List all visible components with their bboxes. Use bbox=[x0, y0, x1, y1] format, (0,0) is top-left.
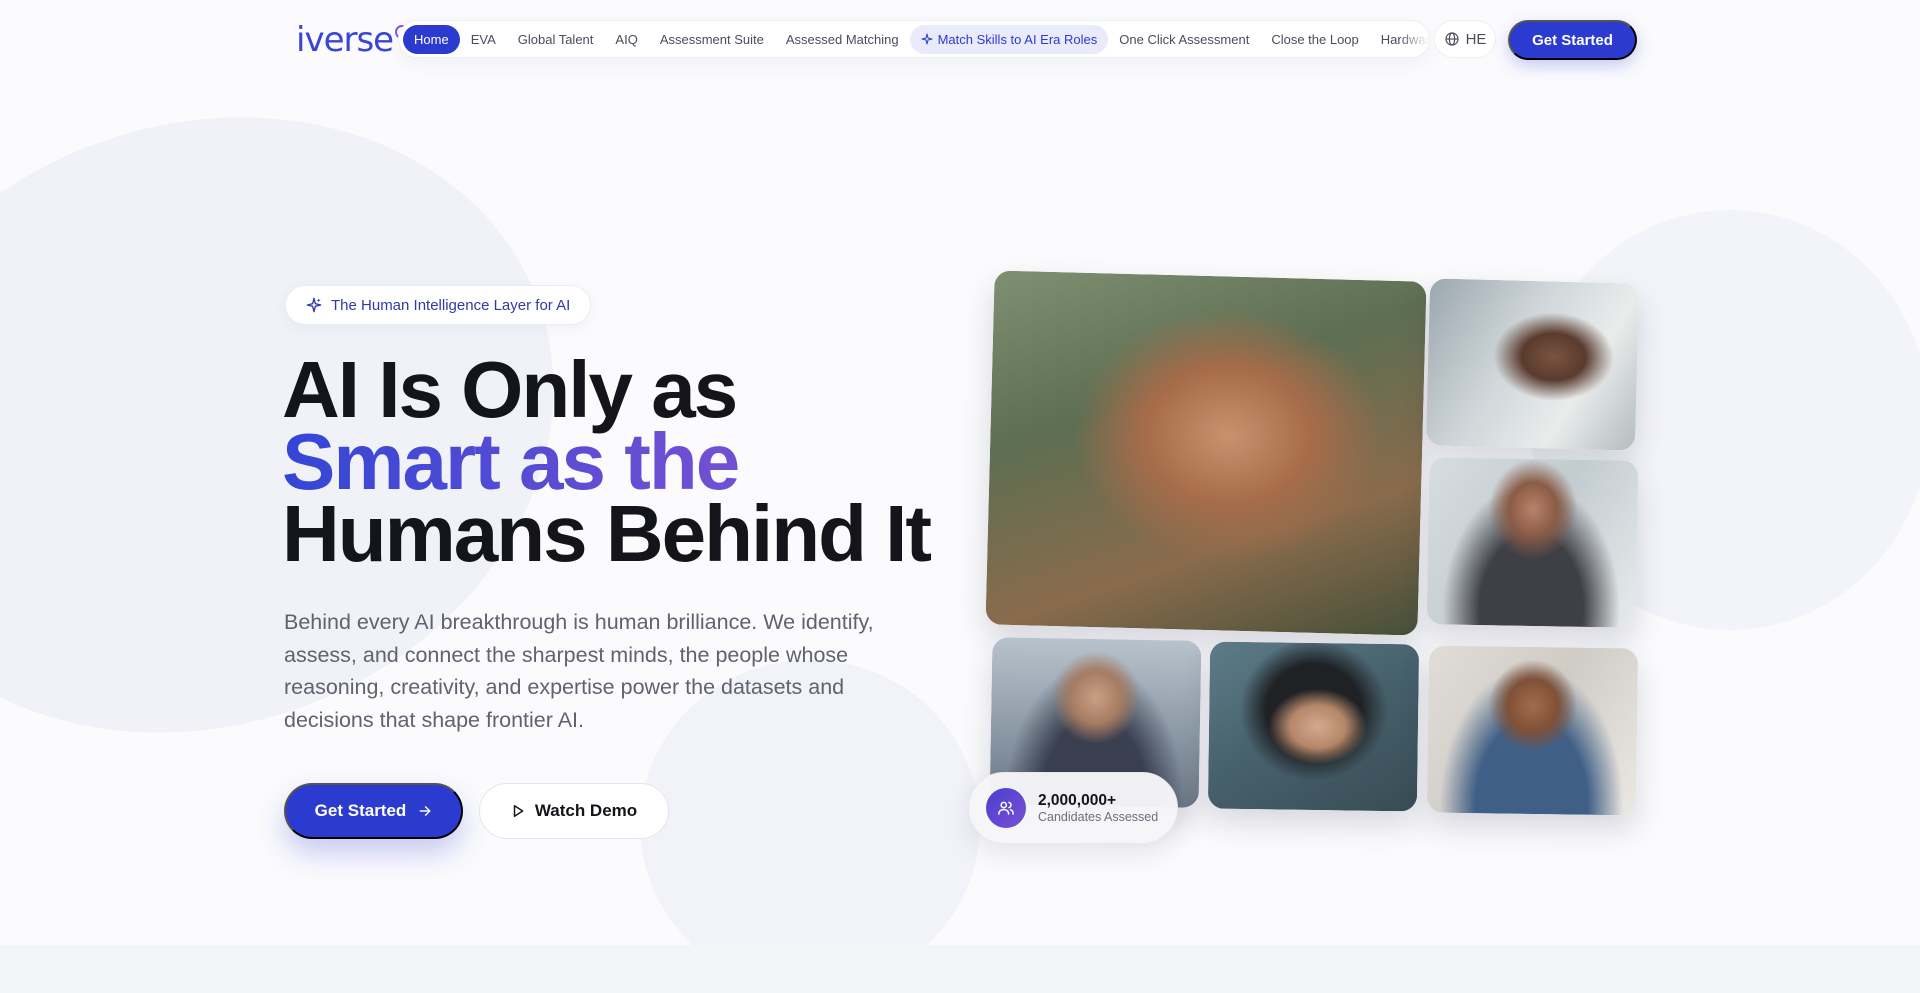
hero-badge: The Human Intelligence Layer for AI bbox=[285, 285, 592, 325]
language-switcher[interactable]: HE bbox=[1434, 20, 1496, 58]
nav-item-close-the-loop[interactable]: Close the Loop bbox=[1260, 25, 1369, 54]
main-nav: Home EVA Global Talent AIQ Assessment Su… bbox=[398, 20, 1430, 58]
nav-item-home[interactable]: Home bbox=[403, 24, 460, 54]
hero-headline: AI Is Only as Smart as the Humans Behind… bbox=[282, 345, 932, 578]
photo-woman-smiling bbox=[1207, 641, 1420, 812]
hero-get-started-button[interactable]: Get Started bbox=[284, 783, 463, 839]
users-icon bbox=[986, 788, 1026, 828]
nav-item-aiq[interactable]: AIQ bbox=[604, 25, 648, 54]
sparkle-icon bbox=[306, 297, 322, 313]
photo-businesswoman bbox=[1426, 457, 1639, 628]
headline-line-2: Smart as the bbox=[282, 422, 930, 502]
photo-man-in-cap bbox=[985, 270, 1427, 636]
next-section-band bbox=[0, 945, 1920, 993]
stat-value: 2,000,000+ bbox=[1038, 791, 1117, 809]
logo[interactable]: iverse bbox=[296, 20, 410, 60]
stat-text: 2,000,000+ Candidates Assessed bbox=[1038, 792, 1158, 825]
get-started-button[interactable]: Get Started bbox=[1508, 20, 1637, 60]
site-header: iverse Home EVA Global Talent AIQ Assess… bbox=[0, 0, 1920, 80]
headline-line-3: Humans Behind It bbox=[282, 489, 932, 578]
hero-get-started-label: Get Started bbox=[314, 801, 407, 820]
photo-woman-by-window bbox=[1425, 278, 1640, 451]
nav-item-match-skills[interactable]: Match Skills to AI Era Roles bbox=[909, 24, 1109, 54]
nav-item-one-click-assessment[interactable]: One Click Assessment bbox=[1108, 25, 1260, 54]
sparkle-icon bbox=[921, 33, 933, 45]
nav-fade bbox=[1399, 21, 1429, 57]
language-label: HE bbox=[1465, 30, 1487, 48]
arrow-right-icon bbox=[419, 806, 431, 816]
logo-text: iverse bbox=[296, 20, 394, 60]
nav-item-assessed-matching[interactable]: Assessed Matching bbox=[775, 25, 910, 54]
globe-icon bbox=[1444, 32, 1459, 46]
hero-badge-label: The Human Intelligence Layer for AI bbox=[331, 296, 571, 314]
nav-item-eva[interactable]: EVA bbox=[460, 25, 507, 54]
nav-item-label: Match Skills to AI Era Roles bbox=[937, 31, 1098, 47]
photo-man-arms-crossed bbox=[1426, 645, 1639, 816]
nav-item-assessment-suite[interactable]: Assessment Suite bbox=[649, 25, 775, 54]
play-icon bbox=[513, 805, 524, 817]
nav-item-global-talent[interactable]: Global Talent bbox=[507, 25, 605, 54]
stat-card: 2,000,000+ Candidates Assessed bbox=[968, 772, 1178, 844]
headline-line-1: AI Is Only as bbox=[282, 345, 738, 434]
watch-demo-label: Watch Demo bbox=[534, 801, 638, 820]
watch-demo-button[interactable]: Watch Demo bbox=[479, 783, 669, 839]
hero-subtitle: Behind every AI breakthrough is human br… bbox=[284, 610, 874, 732]
stat-label: Candidates Assessed bbox=[1038, 809, 1159, 824]
